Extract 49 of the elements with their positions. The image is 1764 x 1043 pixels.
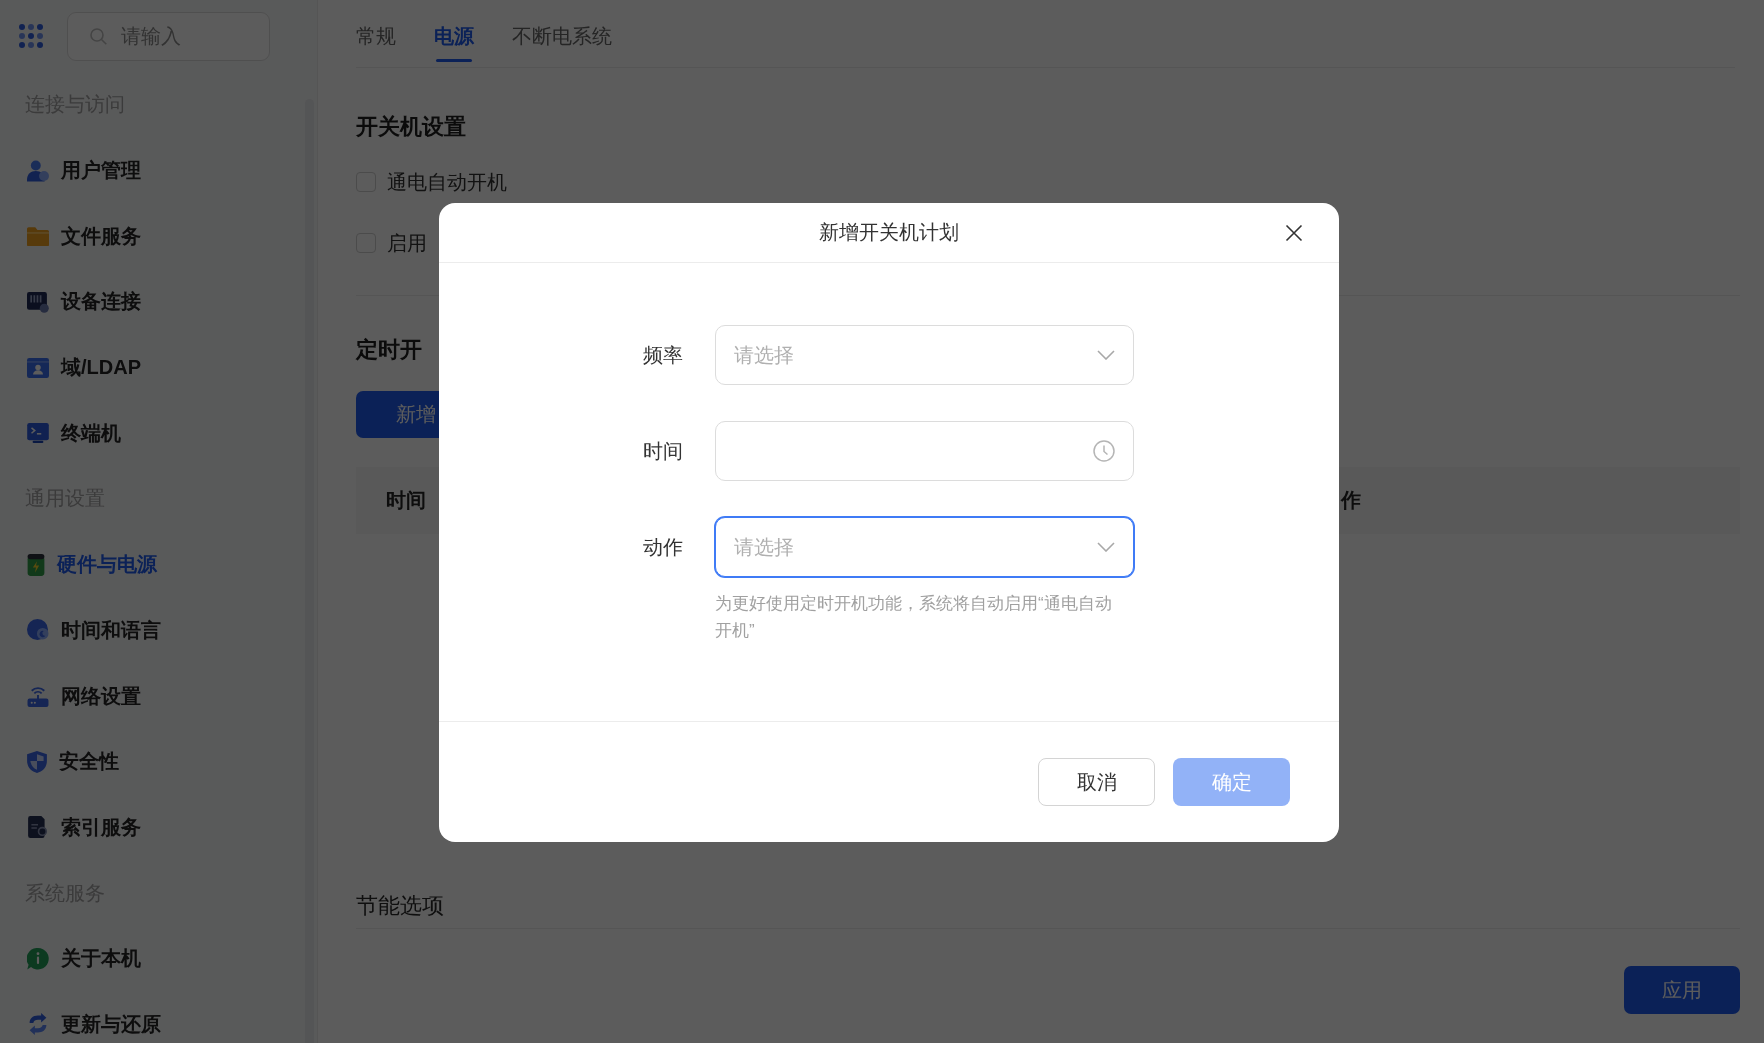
sidebar-item[interactable]: 终端机 — [25, 400, 305, 467]
dialog-title: 新增开关机计划 — [819, 220, 959, 245]
chevron-down-icon — [1097, 542, 1115, 552]
checkbox-label: 启用 — [387, 230, 427, 256]
section-title: 节能选项 — [356, 892, 444, 920]
column-header: 时间 — [386, 488, 427, 513]
apply-button[interactable]: 应用 — [1624, 966, 1740, 1014]
document-search-icon — [27, 816, 49, 839]
sidebar-item[interactable]: 网络设置 — [25, 663, 305, 729]
clock-icon — [1093, 440, 1115, 462]
field-label: 时间 — [642, 439, 683, 464]
sync-icon — [27, 1013, 49, 1036]
select-field[interactable]: 请选择 — [715, 517, 1134, 577]
sidebar-item[interactable]: 更新与还原 — [25, 991, 305, 1043]
sidebar-item[interactable]: 文件服务 — [25, 203, 305, 270]
field-label: 动作 — [642, 535, 683, 560]
server-icon — [27, 290, 49, 313]
sidebar-item[interactable]: 硬件与电源 — [25, 531, 305, 598]
section-title: 开关机设置 — [356, 113, 466, 141]
chevron-down-icon — [1097, 350, 1115, 360]
sidebar-item[interactable]: 索引服务 — [25, 794, 305, 861]
terminal-icon — [27, 423, 49, 444]
wifi-router-icon — [27, 685, 49, 708]
globe-icon — [27, 619, 49, 642]
close-icon — [1285, 224, 1303, 242]
sidebar-item[interactable]: 域/LDAP — [25, 334, 305, 401]
shield-icon — [27, 750, 47, 773]
select-field[interactable]: 请选择 — [715, 325, 1134, 385]
sidebar-item[interactable]: 关于本机 — [25, 925, 305, 992]
id-card-icon — [27, 357, 49, 378]
battery-icon — [27, 553, 45, 576]
cancel-button[interactable]: 取消 — [1038, 758, 1155, 806]
sidebar-item[interactable]: 安全性 — [25, 728, 305, 795]
field-hint: 为更好使用定时开机功能，系统将自动启用“通电自动开机” — [715, 593, 1113, 642]
user-icon — [27, 159, 49, 182]
app-grid-icon[interactable] — [19, 24, 43, 48]
time-field[interactable] — [715, 421, 1134, 481]
field-label: 频率 — [642, 343, 683, 368]
info-icon — [27, 947, 49, 970]
column-header: 作 — [1341, 488, 1361, 513]
sidebar-item[interactable]: 用户管理 — [25, 137, 305, 204]
close-button[interactable] — [1285, 224, 1303, 242]
search-icon — [90, 27, 107, 45]
sidebar-item[interactable]: 设备连接 — [25, 269, 305, 335]
tab[interactable]: 电源 — [434, 0, 474, 67]
section-title: 定时开 — [356, 336, 422, 364]
checkbox-label: 通电自动开机 — [387, 169, 507, 195]
folder-icon — [27, 226, 49, 246]
sidebar-item[interactable]: 时间和语言 — [25, 597, 305, 664]
